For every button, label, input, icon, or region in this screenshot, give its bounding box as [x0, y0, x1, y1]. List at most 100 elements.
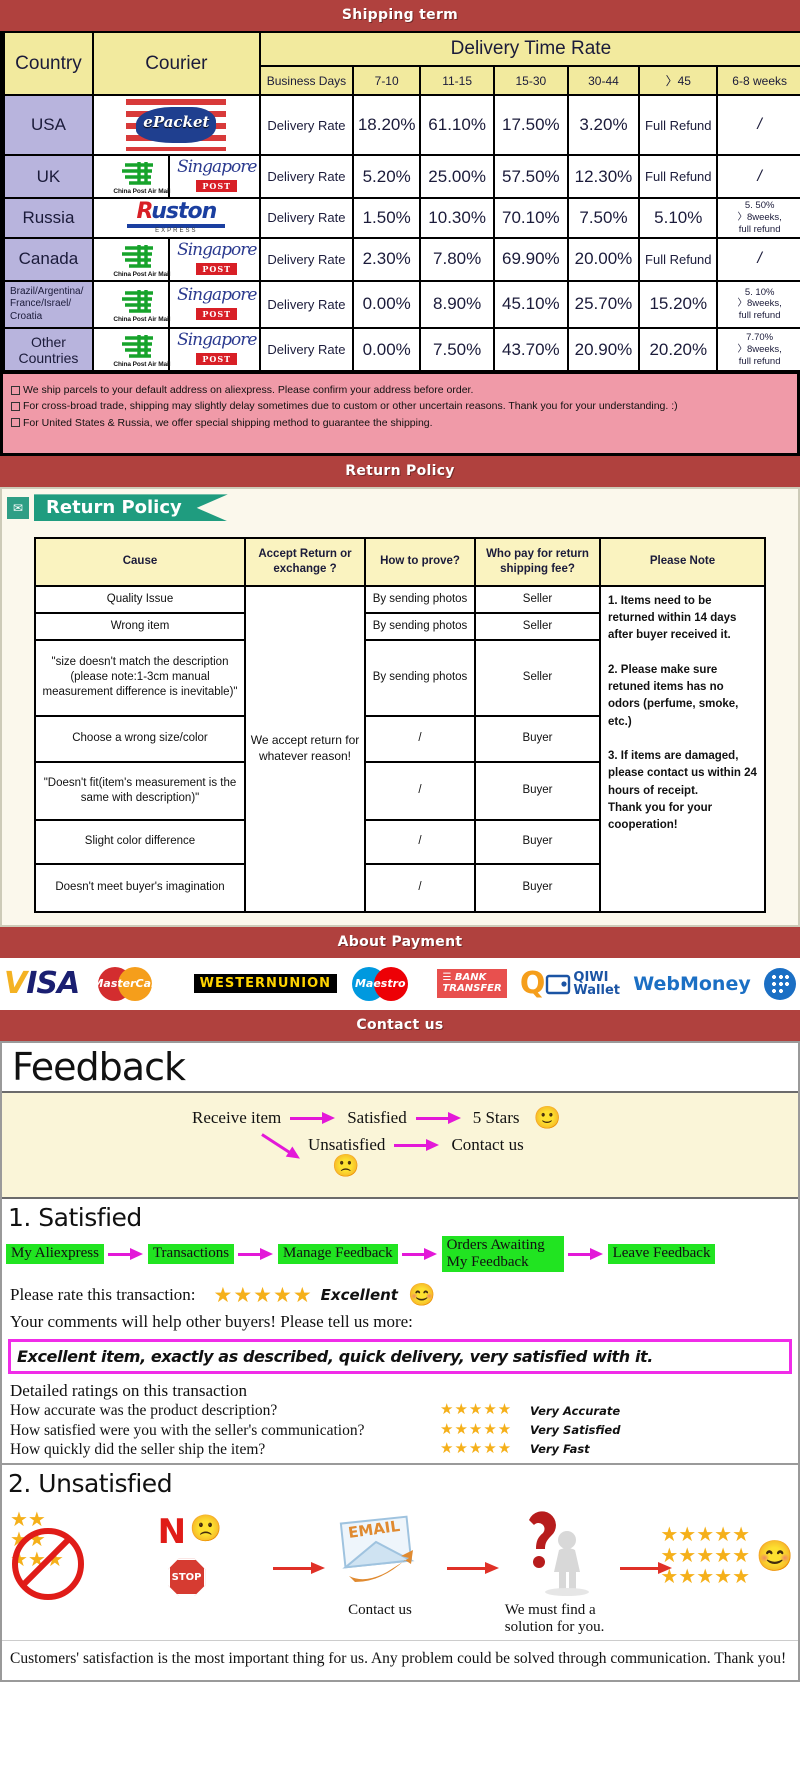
courier-singapore-post: Singapore POST: [167, 236, 261, 282]
country-russia: Russia: [3, 197, 94, 239]
rp-who-pays: Seller: [474, 584, 601, 614]
feedback-flow-diagram: Receive item Satisfied 5 Stars 🙂 Unsatis…: [2, 1090, 798, 1199]
shipping-table-wrap: Country Courier Delivery Time Rate Busin…: [0, 31, 800, 373]
rate-7-10: 1.50%: [352, 197, 422, 239]
shipping-note: We ship parcels to your default address …: [11, 382, 789, 398]
ruston-express-logo-icon: Ruston EXPRESS: [123, 201, 230, 235]
header-business-days: Business Days: [258, 65, 355, 96]
return-policy-table: Cause Accept Return or exchange ? How to…: [34, 536, 766, 913]
rating-label-excellent: Excellent: [320, 1286, 398, 1305]
return-policy-body: ✉ Return Policy Cause Accept Return or e…: [0, 486, 800, 927]
rate-6-8-weeks: /: [716, 94, 800, 156]
rate-11-15: 8.90%: [419, 279, 495, 330]
rp-who-pays: Seller: [474, 611, 601, 641]
satisfied-steps: My Aliexpress Transactions Manage Feedba…: [2, 1234, 798, 1279]
rate-30-44: 7.50%: [566, 197, 641, 239]
rp-cause: Choose a wrong size/color: [34, 714, 246, 763]
rp-header-cause: Cause: [34, 536, 246, 587]
step-manage-feedback[interactable]: Manage Feedback: [278, 1244, 398, 1264]
rate-15-30: 45.10%: [492, 279, 569, 330]
contact-us-caption: Contact us: [348, 1602, 412, 1619]
rp-prove: By sending photos: [364, 584, 476, 614]
flow-contact-us: Contact us: [451, 1134, 524, 1154]
courier-china-post: China Post Air Mail: [91, 327, 171, 373]
arrow-right-icon: [567, 1247, 604, 1261]
webmoney-badge-icon: [763, 967, 796, 1000]
shipping-note-text: We ship parcels to your default address …: [23, 384, 474, 397]
feedback-comment-box[interactable]: Excellent item, exactly as described, qu…: [8, 1339, 792, 1375]
arrow-right-icon: [415, 1111, 464, 1125]
rp-who-pays: Buyer: [474, 862, 601, 913]
rating-stars[interactable]: ★★★★★: [214, 1283, 313, 1308]
shipping-notes: We ship parcels to your default address …: [0, 372, 800, 456]
sad-face-icon: 🙁: [332, 1152, 360, 1178]
table-row: Other Countries China Post Air Mail Sing…: [3, 327, 800, 373]
epacket-logo-icon: ePacket: [125, 98, 228, 152]
rp-cause: "Doesn't fit(item's measurement is the s…: [34, 760, 246, 821]
country-usa: USA: [3, 94, 94, 156]
rate-6-8-weeks: 5. 10% 〉8weeks, full refund: [716, 279, 800, 330]
courier-singapore-post: Singapore POST: [167, 327, 261, 373]
rate-label: Delivery Rate: [258, 197, 355, 239]
rate-11-15: 10.30%: [419, 197, 495, 239]
qiwi-wallet-icon: Q QIWI Wallet: [519, 965, 620, 1001]
rate-over-45: 15.20%: [638, 279, 719, 330]
rate-11-15: 7.80%: [419, 236, 495, 282]
sad-face-icon: 🙁: [189, 1514, 222, 1544]
shipping-note: For United States & Russia, we offer spe…: [11, 415, 789, 431]
rating-row: How quickly did the seller ship the item…: [10, 1440, 790, 1459]
mastercard-icon: MasterCard: [92, 965, 180, 1003]
rating-stars[interactable]: ★★★★★: [440, 1421, 530, 1440]
bullet-box-icon: [11, 402, 20, 412]
shipping-term-banner: Shipping term: [0, 0, 800, 31]
rate-6-8-weeks: 7.70% 〉8weeks, full refund: [716, 327, 800, 373]
step-my-aliexpress[interactable]: My Aliexpress: [6, 1244, 104, 1264]
bullet-box-icon: [11, 385, 20, 395]
rating-label: Very Accurate: [530, 1403, 621, 1418]
email-envelope-icon: EMAIL: [339, 1515, 415, 1583]
courier-china-post: China Post Air Mail: [91, 154, 171, 199]
rate-15-30: 43.70%: [492, 327, 569, 373]
courier-epacket: ePacket: [91, 94, 261, 156]
step-orders-awaiting[interactable]: Orders Awaiting My Feedback: [441, 1235, 564, 1273]
about-payment-banner: About Payment: [0, 926, 800, 958]
return-policy-ribbon: ✉ Return Policy: [2, 493, 798, 523]
no-stars-step: ★★ ★★ ★★★: [6, 1510, 140, 1602]
happy-face-icon: 😊: [756, 1539, 794, 1573]
singapore-post-logo-icon: Singapore POST: [177, 284, 257, 320]
rate-label: Delivery Rate: [258, 327, 355, 373]
table-row: Russia Ruston EXPRESS Delivery Rate 1.50…: [3, 197, 800, 239]
singapore-post-logo-icon: Singapore POST: [177, 157, 257, 192]
email-step: EMAIL Contact us: [313, 1510, 447, 1619]
final-stars: ★★★★★ ★★★★★ ★★★★★: [660, 1523, 751, 1588]
step-transactions[interactable]: Transactions: [147, 1244, 235, 1264]
header-country: Country: [3, 31, 94, 96]
table-row: Brazil/Argentina/ France/Israel/ Croatia…: [3, 279, 800, 330]
rp-prove: By sending photos: [364, 638, 476, 717]
rp-header-prove: How to prove?: [364, 536, 476, 587]
rating-question: How satisfied were you with the seller's…: [10, 1421, 365, 1439]
step-leave-feedback[interactable]: Leave Feedback: [607, 1244, 716, 1264]
rp-prove: /: [364, 760, 476, 821]
shipping-note-text: For cross-broad trade, shipping may slig…: [23, 400, 678, 413]
rate-7-10: 5.20%: [352, 154, 422, 199]
feedback-section: Feedback Receive item Satisfied 5 Stars …: [0, 1040, 800, 1683]
country-uk: UK: [3, 154, 94, 199]
arrow-right-icon: [394, 1138, 442, 1152]
rate-over-45: 20.20%: [638, 327, 719, 373]
header-range-6-8-weeks: 6-8 weeks: [716, 65, 800, 96]
country-other: Other Countries: [3, 327, 94, 373]
happy-face-icon: 🙂: [533, 1104, 561, 1130]
prohibited-icon: [12, 1528, 84, 1601]
rating-label: Very Satisfied: [530, 1423, 621, 1438]
rate-transaction-label: Please rate this transaction:: [10, 1285, 196, 1305]
flow-unsatisfied: Unsatisfied: [308, 1134, 386, 1154]
rp-prove: /: [364, 818, 476, 865]
courier-ruston: Ruston EXPRESS: [91, 197, 261, 239]
five-stars-step: ★★★★★ ★★★★★ ★★★★★ 😊: [660, 1510, 794, 1602]
header-range-over-45: 〉45: [638, 65, 719, 96]
rating-stars[interactable]: ★★★★★: [440, 1401, 530, 1420]
rate-over-45: Full Refund: [638, 236, 719, 282]
rating-stars[interactable]: ★★★★★: [440, 1440, 530, 1459]
rating-question: How accurate was the product description…: [10, 1402, 278, 1420]
